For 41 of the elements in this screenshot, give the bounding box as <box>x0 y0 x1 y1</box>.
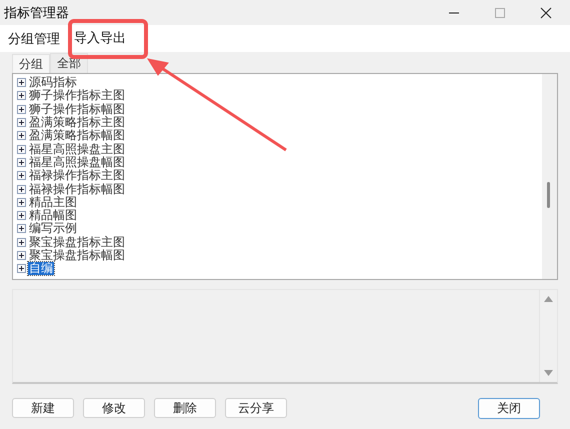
tree-item[interactable]: 编写示例 <box>28 222 78 236</box>
scrollbar[interactable] <box>542 74 557 279</box>
menu-item[interactable]: 分组管理 <box>8 28 60 50</box>
expand-icon[interactable] <box>17 144 26 154</box>
tab[interactable]: 分组 <box>12 54 50 73</box>
close-button[interactable]: 关闭 <box>478 398 540 419</box>
expand-icon[interactable] <box>17 171 26 180</box>
action-button[interactable]: 云分享 <box>225 398 287 418</box>
tree-item[interactable]: 聚宝操盘指标幅图 <box>28 249 126 262</box>
expand-icon[interactable] <box>17 131 26 140</box>
tree-item[interactable]: 福禄操作指标主图 <box>28 169 126 182</box>
expand-icon[interactable] <box>17 211 26 220</box>
expand-icon[interactable] <box>17 198 26 207</box>
expand-icon[interactable] <box>17 264 26 274</box>
tree-item[interactable]: 精品主图 <box>28 196 78 209</box>
expand-icon[interactable] <box>17 91 26 100</box>
expand-icon[interactable] <box>17 251 26 260</box>
action-button[interactable]: 修改 <box>83 398 145 418</box>
tree-item[interactable]: 福星高照操盘主图 <box>28 142 126 156</box>
tree-item[interactable]: 福星高照操盘幅图 <box>28 156 126 169</box>
expand-icon[interactable] <box>17 158 26 167</box>
expand-icon[interactable] <box>17 104 26 114</box>
expand-icon[interactable] <box>17 118 26 128</box>
expand-icon[interactable] <box>17 238 26 247</box>
action-button[interactable]: 新建 <box>12 398 74 418</box>
tree-item[interactable]: 聚宝操盘指标主图 <box>28 236 126 249</box>
action-button[interactable]: 删除 <box>154 398 216 418</box>
tree-item[interactable]: 源码指标 <box>28 76 78 90</box>
window-title: 指标管理器 <box>4 4 69 22</box>
expand-icon[interactable] <box>17 78 26 88</box>
close-icon[interactable] <box>540 6 552 18</box>
tree-item[interactable]: 精品幅图 <box>28 209 78 222</box>
tree-item[interactable]: 自编 <box>28 262 54 276</box>
tree-item[interactable]: 狮子操作指标主图 <box>28 89 126 102</box>
scroll-thumb[interactable] <box>547 182 550 208</box>
tree-item[interactable]: 狮子操作指标幅图 <box>28 102 126 116</box>
tree-item[interactable]: 盈满策略指标幅图 <box>28 129 126 142</box>
expand-icon[interactable] <box>17 224 26 234</box>
tree-item[interactable]: 福禄操作指标幅图 <box>28 182 126 196</box>
expand-icon[interactable] <box>17 184 26 194</box>
tree-item[interactable]: 盈满策略指标主图 <box>28 116 126 130</box>
